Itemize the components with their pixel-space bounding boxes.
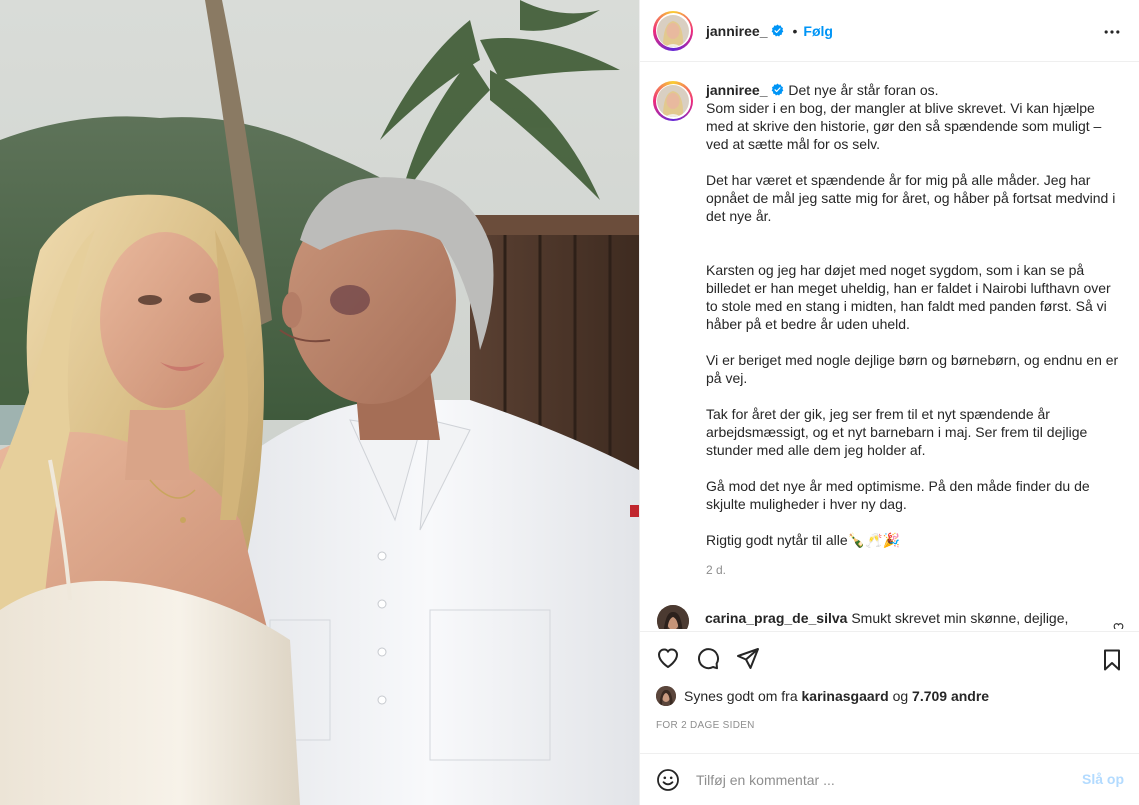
more-options-icon[interactable] bbox=[1102, 22, 1122, 42]
caption-paragraph: Det nye år står foran os. bbox=[788, 82, 939, 98]
likes-summary: Synes godt om fra karinasgaard og 7.709 … bbox=[656, 686, 989, 706]
verified-badge-icon bbox=[772, 24, 784, 37]
caption-paragraph: Gå mod det nye år med optimisme. På den … bbox=[706, 478, 1090, 512]
liker-avatar[interactable] bbox=[656, 686, 676, 706]
post-details-panel: janniree_ • Følg janniree_ Det nye år st… bbox=[639, 0, 1139, 805]
comment-item: carina_prag_de_silva Smukt skrevet min s… bbox=[657, 605, 1133, 629]
commenter-username[interactable]: carina_prag_de_silva bbox=[705, 610, 847, 626]
post-header: janniree_ • Følg bbox=[640, 0, 1139, 62]
post-comment-button[interactable]: Slå op bbox=[1082, 771, 1124, 787]
likes-prefix: Synes godt om fra bbox=[684, 688, 798, 704]
avatar-photo bbox=[657, 605, 689, 629]
post-photo[interactable] bbox=[0, 0, 639, 805]
separator-dot: • bbox=[792, 22, 798, 39]
post-dialog: janniree_ • Følg janniree_ Det nye år st… bbox=[0, 0, 1139, 805]
avatar-photo bbox=[657, 14, 689, 47]
caption-paragraph: Vi er beriget med nogle dejlige børn og … bbox=[706, 352, 1119, 386]
caption-paragraph: Karsten og jeg har døjet med noget sygdo… bbox=[706, 262, 1111, 332]
commenter-avatar[interactable] bbox=[657, 605, 689, 629]
caption-paragraph: Som sider i en bog, der mangler at blive… bbox=[706, 100, 1102, 152]
comment-bubble-icon[interactable] bbox=[696, 646, 720, 670]
share-send-icon[interactable] bbox=[736, 646, 760, 670]
comments-section[interactable]: janniree_ Det nye år står foran os. Som … bbox=[640, 63, 1139, 629]
comment-body: Smukt skrevet min skønne, dejlige, bbox=[851, 610, 1069, 626]
caption-author-avatar[interactable] bbox=[653, 81, 693, 121]
comment-input[interactable] bbox=[696, 772, 1066, 788]
likes-conjunction: og bbox=[892, 688, 909, 704]
avatar-photo bbox=[657, 85, 689, 117]
comment-like-heart-icon[interactable] bbox=[1112, 621, 1125, 629]
verified-badge-icon bbox=[772, 83, 784, 96]
add-comment-bar: Slå op bbox=[640, 753, 1139, 805]
emoji-smiley-icon[interactable] bbox=[656, 768, 680, 792]
caption-text: janniree_ Det nye år står foran os. Som … bbox=[706, 81, 1124, 579]
save-bookmark-icon[interactable] bbox=[1100, 648, 1124, 672]
liker-username[interactable]: karinasgaard bbox=[802, 688, 889, 704]
likes-count[interactable]: 7.709 andre bbox=[912, 688, 989, 704]
like-heart-icon[interactable] bbox=[656, 646, 680, 670]
caption-username[interactable]: janniree_ bbox=[706, 82, 767, 98]
post-actions: Synes godt om fra karinasgaard og 7.709 … bbox=[640, 631, 1139, 805]
caption: janniree_ Det nye år står foran os. Som … bbox=[653, 81, 1133, 579]
post-image bbox=[0, 0, 639, 805]
author-username[interactable]: janniree_ bbox=[706, 23, 767, 39]
avatar-photo bbox=[656, 686, 676, 706]
comment-text: carina_prag_de_silva Smukt skrevet min s… bbox=[705, 609, 1068, 627]
caption-paragraph: Rigtig godt nytår til alle🍾🥂🎉 bbox=[706, 532, 900, 548]
post-date[interactable]: FOR 2 DAGE SIDEN bbox=[656, 720, 755, 731]
caption-timestamp[interactable]: 2 d. bbox=[706, 561, 1124, 579]
author-avatar[interactable] bbox=[653, 10, 693, 51]
follow-button[interactable]: Følg bbox=[803, 23, 833, 39]
caption-paragraph: Det har været et spændende år for mig på… bbox=[706, 172, 1116, 224]
caption-paragraph: Tak for året der gik, jeg ser frem til e… bbox=[706, 406, 1088, 458]
